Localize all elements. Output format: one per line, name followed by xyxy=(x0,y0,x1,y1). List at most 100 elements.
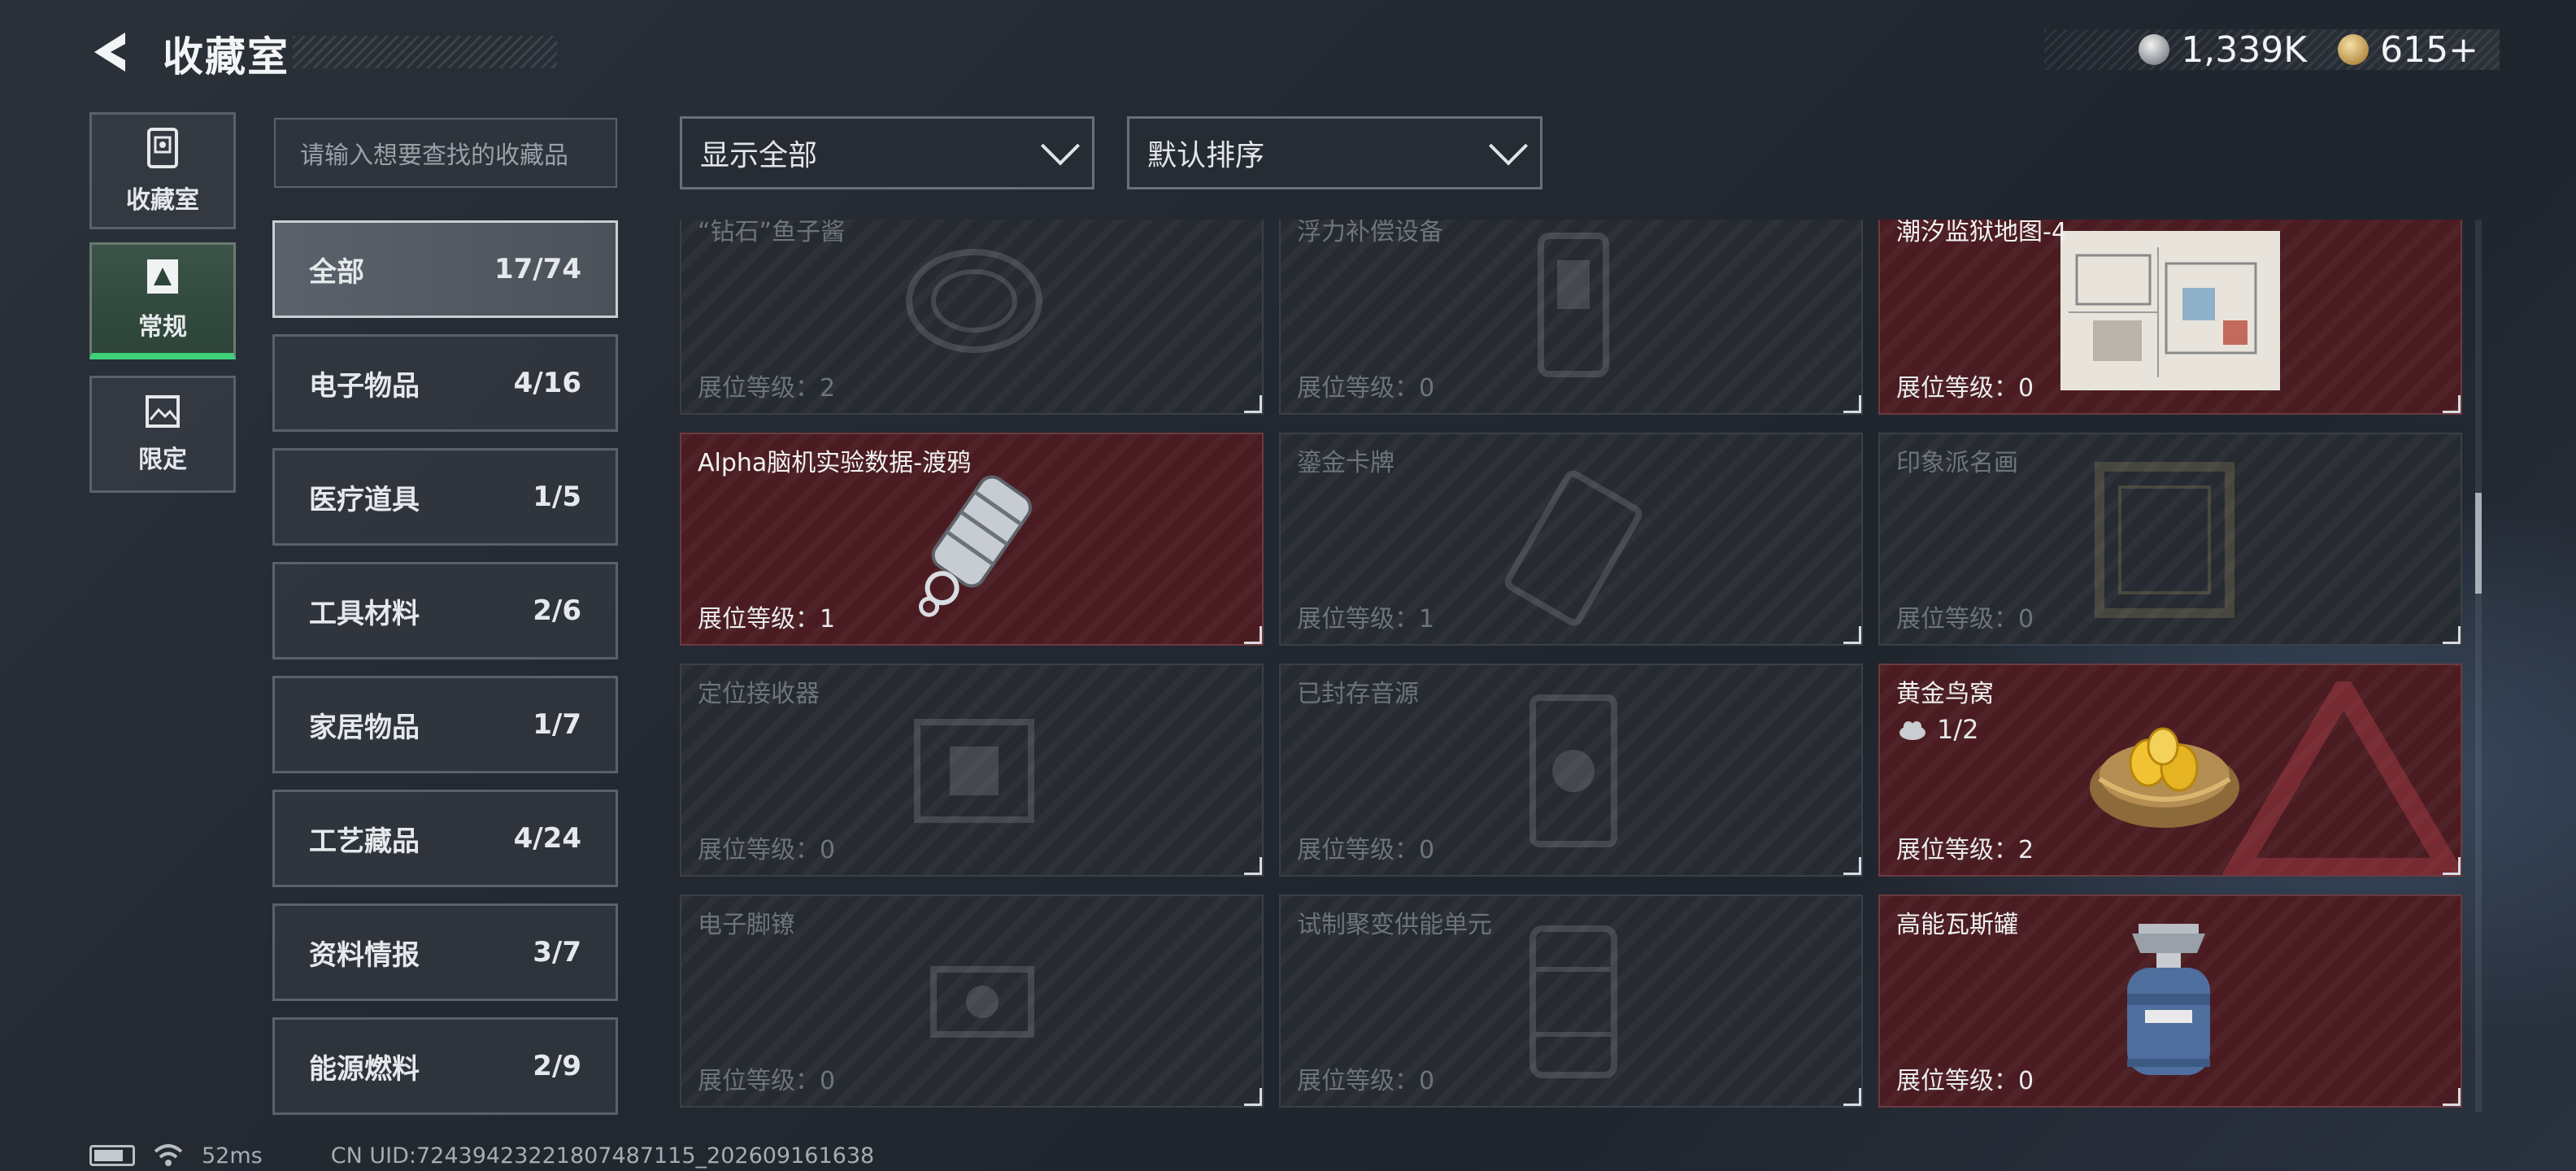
collection-card[interactable]: 高能瓦斯罐 展位等级：0 xyxy=(1878,895,2462,1108)
nest-icon xyxy=(1899,721,1925,740)
silver-coin-icon xyxy=(2139,34,2170,65)
collection-card[interactable]: “钻石”鱼子酱 展位等级：2 xyxy=(680,220,1264,415)
card-corner xyxy=(1244,857,1262,875)
collection-card[interactable]: 鎏金卡牌 展位等级：1 xyxy=(1279,433,1863,646)
item-name: 电子脚镣 xyxy=(698,911,795,939)
category-count: 2/6 xyxy=(533,594,581,627)
category-count: 2/9 xyxy=(533,1050,581,1082)
sealed-audio-icon xyxy=(1530,694,1617,847)
card-corner xyxy=(1244,1088,1262,1106)
data-drive-icon xyxy=(919,475,1033,617)
category-fuel[interactable]: 能源燃料 2/9 xyxy=(272,1017,618,1115)
item-name: Alpha脑机实验数据-渡鸦 xyxy=(698,449,972,477)
collection-card[interactable]: 定位接收器 展位等级：0 xyxy=(680,664,1264,877)
item-name: 浮力补偿设备 xyxy=(1297,220,1443,246)
category-intel[interactable]: 资料情报 3/7 xyxy=(272,903,618,1001)
item-level: 展位等级：2 xyxy=(698,374,836,403)
search-input[interactable]: 请输入想要查找的收藏品 xyxy=(274,118,617,188)
rail-tab-collection[interactable]: 收藏室 xyxy=(89,112,236,229)
buoyancy-device-icon xyxy=(1538,233,1609,377)
scrollbar-track[interactable] xyxy=(2475,220,2482,1112)
category-tools[interactable]: 工具材料 2/6 xyxy=(272,562,618,660)
filter-dropdown[interactable]: 显示全部 xyxy=(680,116,1094,189)
gold-currency-value: 615+ xyxy=(2380,28,2478,71)
item-level: 展位等级：0 xyxy=(1896,1067,2034,1095)
category-count: 3/7 xyxy=(533,936,581,969)
category-label: 工具材料 xyxy=(309,597,420,630)
collection-card[interactable]: 潮汐监狱地图-4 展位等级：0 xyxy=(1878,220,2462,415)
rail-tab-limited[interactable]: 限定 xyxy=(89,376,236,493)
currency-bar: 1,339K 615+ xyxy=(2044,28,2500,71)
category-medical[interactable]: 医疗道具 1/5 xyxy=(272,448,618,546)
title-decoration xyxy=(293,36,557,68)
category-crafts[interactable]: 工艺藏品 4/24 xyxy=(272,790,618,887)
ping-value: 52ms xyxy=(202,1143,263,1169)
picture-icon xyxy=(146,395,180,428)
category-count: 1/5 xyxy=(533,481,581,513)
item-progress: 1/2 xyxy=(1898,714,1979,745)
receiver-icon xyxy=(914,719,1034,823)
collection-card[interactable]: 试制聚变供能单元 展位等级：0 xyxy=(1279,895,1863,1108)
category-label: 资料情报 xyxy=(309,938,420,972)
category-count: 17/74 xyxy=(494,253,581,285)
back-icon[interactable] xyxy=(86,28,135,76)
status-bar: 52ms CN UID:7243942322180748711​5_202609… xyxy=(89,1142,874,1169)
category-label: 能源燃料 xyxy=(309,1052,420,1086)
collection-card[interactable]: 印象派名画 展位等级：0 xyxy=(1878,433,2462,646)
chevron-down-icon xyxy=(1488,126,1529,166)
category-count: 4/16 xyxy=(513,367,581,399)
collection-card[interactable]: Alpha脑机实验数据-渡鸦 展位等级：1 xyxy=(680,433,1264,646)
golden-nest-icon xyxy=(2090,727,2239,828)
item-progress-value: 1/2 xyxy=(1937,714,1979,745)
chevron-down-icon xyxy=(1040,126,1081,166)
silver-currency-value: 1,339K xyxy=(2181,28,2308,71)
card-corner xyxy=(2443,1088,2461,1106)
page-title: 收藏室 xyxy=(163,33,289,81)
card-corner xyxy=(1843,626,1861,644)
item-name: 潮汐监狱地图-4 xyxy=(1896,220,2067,246)
battery-icon xyxy=(89,1145,135,1166)
collection-card[interactable]: 电子脚镣 展位等级：0 xyxy=(680,895,1264,1108)
scrollbar-thumb[interactable] xyxy=(2475,493,2482,594)
gilded-card-icon xyxy=(1504,470,1643,626)
item-name: 鎏金卡牌 xyxy=(1297,449,1395,477)
category-household[interactable]: 家居物品 1/7 xyxy=(272,676,618,773)
category-label: 家居物品 xyxy=(309,711,420,744)
category-all[interactable]: 全部 17/74 xyxy=(272,220,618,318)
item-level: 展位等级：2 xyxy=(1896,836,2034,864)
rail-tab-label: 限定 xyxy=(138,446,187,474)
card-corner xyxy=(1244,395,1262,413)
user-uid: CN UID:7243942322180748711​5_20260916163… xyxy=(330,1143,875,1169)
item-level: 展位等级：1 xyxy=(698,605,836,633)
card-corner xyxy=(1843,395,1861,413)
collection-card[interactable]: 浮力补偿设备 展位等级：0 xyxy=(1279,220,1863,415)
card-corner xyxy=(1244,626,1262,644)
category-label: 电子物品 xyxy=(309,369,420,403)
gold-coin-icon xyxy=(2338,34,2369,65)
card-corner xyxy=(2443,857,2461,875)
cabinet-icon xyxy=(147,128,178,168)
item-level: 展位等级：0 xyxy=(1297,374,1435,403)
collection-card[interactable]: 黄金鸟窝 1/2 展位等级：2 xyxy=(1878,664,2462,877)
category-count: 4/24 xyxy=(513,822,581,855)
item-name: 定位接收器 xyxy=(698,680,820,708)
card-corner xyxy=(2443,395,2461,413)
collection-grid: “钻石”鱼子酱 展位等级：2 浮力补偿设备 展位等级：0 潮汐监狱地图-4 展位… xyxy=(680,220,2462,1112)
item-level: 展位等级：0 xyxy=(698,836,836,864)
painting-icon xyxy=(2095,462,2234,618)
fusion-unit-icon xyxy=(1530,925,1617,1078)
card-corner xyxy=(1843,1088,1861,1106)
category-count: 1/7 xyxy=(533,708,581,741)
rail-tab-label: 收藏室 xyxy=(126,186,199,215)
sort-dropdown-value: 默认排序 xyxy=(1147,139,1265,172)
filter-dropdown-value: 显示全部 xyxy=(700,139,818,172)
sort-dropdown[interactable]: 默认排序 xyxy=(1127,116,1543,189)
item-level: 展位等级：1 xyxy=(1297,605,1435,633)
collection-card[interactable]: 已封存音源 展位等级：0 xyxy=(1279,664,1863,877)
rail-tab-regular[interactable]: 常规 xyxy=(89,242,236,359)
item-name: 印象派名画 xyxy=(1896,449,2018,477)
item-level: 展位等级：0 xyxy=(1297,1067,1435,1095)
caviar-tin-icon xyxy=(906,249,1042,353)
category-electronics[interactable]: 电子物品 4/16 xyxy=(272,334,618,432)
category-label: 全部 xyxy=(309,255,364,289)
